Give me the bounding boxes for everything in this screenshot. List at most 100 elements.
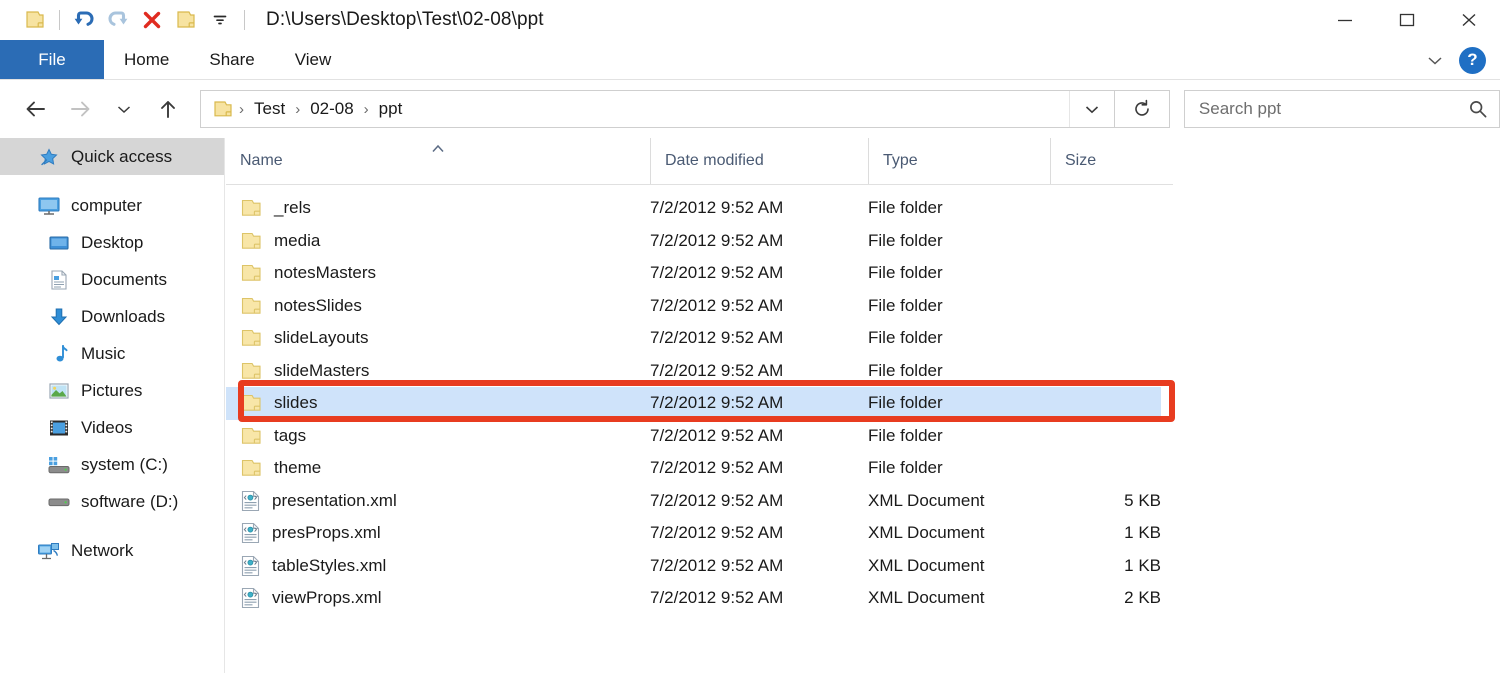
sidebar-item-downloads[interactable]: Downloads [0,298,224,335]
tab-share[interactable]: Share [189,40,274,80]
table-row[interactable]: slideLayouts 7/2/2012 9:52 AM File folder [226,322,1161,355]
sidebar-item-pictures[interactable]: Pictures [0,372,224,409]
ribbon-right-controls: ? [1425,40,1486,80]
file-name-label: viewProps.xml [272,588,382,608]
table-row[interactable]: presProps.xml 7/2/2012 9:52 AM XML Documen… [226,517,1161,550]
cell-date-modified: 7/2/2012 9:52 AM [650,230,784,250]
table-row[interactable]: presentation.xml 7/2/2012 9:52 AM XML Docu… [226,485,1161,518]
file-name-label: theme [274,458,322,478]
table-row[interactable]: notesSlides 7/2/2012 9:52 AM File folder [226,290,1161,323]
cell-date-modified: 7/2/2012 9:52 AM [650,588,784,608]
forward-button[interactable] [60,89,100,129]
refresh-button[interactable] [1114,90,1170,128]
cell-date-modified: 7/2/2012 9:52 AM [650,263,784,283]
table-row[interactable]: tableStyles.xml 7/2/2012 9:52 AM XML Docum… [226,550,1161,583]
sidebar-item-label: software (D:) [81,491,179,511]
minimize-button[interactable] [1314,0,1376,40]
sidebar-item-documents[interactable]: Documents [0,261,224,298]
quick-access-toolbar: D:\Users\Desktop\Test\02-08\ppt [0,0,544,40]
breadcrumb-item-ppt[interactable]: ppt [371,99,411,119]
ribbon-collapse-chevron-down-icon[interactable] [1425,53,1445,67]
cell-name: slideLayouts [226,328,650,348]
sidebar-item-label: Videos [81,417,133,437]
recent-locations-chevron-down-icon[interactable] [104,89,144,129]
redo-icon[interactable] [101,3,135,37]
table-row[interactable]: slideMasters 7/2/2012 9:52 AM File folder [226,355,1161,388]
cell-name: slideMasters [226,361,650,381]
sort-ascending-caret-icon [226,144,650,153]
back-button[interactable] [16,89,56,129]
file-rows: _rels 7/2/2012 9:52 AM File folder media 7/2… [226,185,1500,615]
cell-date-modified: 7/2/2012 9:52 AM [650,295,784,315]
column-header-date-label: Date modified [665,152,764,169]
cell-type: File folder [868,360,943,380]
column-header-type[interactable]: Type [868,138,1050,184]
maximize-button[interactable] [1376,0,1438,40]
new-folder-icon[interactable] [169,3,203,37]
network-icon [36,540,62,562]
folder-icon [240,458,263,478]
search-box[interactable] [1183,90,1500,128]
breadcrumb-bar[interactable]: › Test › 02-08 › ppt [200,90,1115,128]
table-row[interactable]: media 7/2/2012 9:52 AM File folder [226,225,1161,258]
tab-view[interactable]: View [275,40,352,80]
cell-name: slides [226,393,650,413]
breadcrumb-separator-1: › [295,100,301,118]
table-row[interactable]: tags 7/2/2012 9:52 AM File folder [226,420,1161,453]
cell-type: File folder [868,198,943,218]
address-dropdown-chevron-down-icon[interactable] [1068,91,1114,127]
undo-icon[interactable] [67,3,101,37]
sidebar-item-label: system (C:) [81,454,168,474]
cell-name: theme [226,458,650,478]
cell-type: XML Document [868,555,985,575]
sidebar-item-music[interactable]: Music [0,335,224,372]
folder-icon [240,263,263,283]
sidebar-item-computer[interactable]: computer [0,187,224,224]
title-bar: D:\Users\Desktop\Test\02-08\ppt [0,0,1500,40]
breadcrumb-folder-icon[interactable] [211,99,235,119]
table-row[interactable]: theme 7/2/2012 9:52 AM File folder [226,452,1161,485]
sidebar-item-quick-access[interactable]: Quick access [0,138,224,175]
tab-file[interactable]: File [0,40,104,80]
up-button[interactable] [148,89,188,129]
table-row[interactable]: viewProps.xml 7/2/2012 9:52 AM XML Documen… [226,582,1161,615]
cell-type: File folder [868,263,943,283]
window-title-path: D:\Users\Desktop\Test\02-08\ppt [266,9,544,30]
table-row[interactable]: _rels 7/2/2012 9:52 AM File folder [226,192,1161,225]
table-row[interactable]: slides 7/2/2012 9:52 AM File folder [226,387,1161,420]
folder-icon [240,231,263,251]
column-header-type-label: Type [883,152,918,169]
column-header-name-label: Name [240,152,283,169]
tab-home[interactable]: Home [104,40,189,80]
search-icon[interactable] [1457,98,1499,120]
folder-icon [240,296,263,316]
cell-date-modified: 7/2/2012 9:52 AM [650,393,784,413]
sidebar-item-desktop[interactable]: Desktop [0,224,224,261]
file-name-label: notesMasters [274,263,377,283]
search-input[interactable] [1184,98,1457,120]
computer-icon [36,195,62,217]
cell-date-modified: 7/2/2012 9:52 AM [650,328,784,348]
folder-icon[interactable] [18,3,52,37]
toolbar-divider-2 [244,10,245,30]
delete-icon[interactable] [135,3,169,37]
sidebar-item-system-c[interactable]: system (C:) [0,446,224,483]
column-header-size[interactable]: Size [1050,138,1172,184]
table-row[interactable]: notesMasters 7/2/2012 9:52 AM File folder [226,257,1161,290]
column-header-name[interactable]: Name [226,138,650,184]
sidebar-item-videos[interactable]: Videos [0,409,224,446]
breadcrumb-item-test[interactable]: Test [246,99,293,119]
file-name-label: notesSlides [274,295,362,315]
cell-name: presProps.xml [226,522,650,544]
navigation-pane: Quick access computer Desktop Documents … [0,138,225,673]
column-header-date-modified[interactable]: Date modified [650,138,868,184]
sidebar-item-network[interactable]: Network [0,532,224,569]
cell-type: XML Document [868,490,985,510]
sidebar-item-software-d[interactable]: software (D:) [0,483,224,520]
help-icon[interactable]: ? [1459,46,1486,74]
breadcrumb-item-02-08[interactable]: 02-08 [302,99,361,119]
chevron-down-icon[interactable] [203,3,237,37]
folder-icon [240,361,263,381]
close-button[interactable] [1438,0,1500,40]
